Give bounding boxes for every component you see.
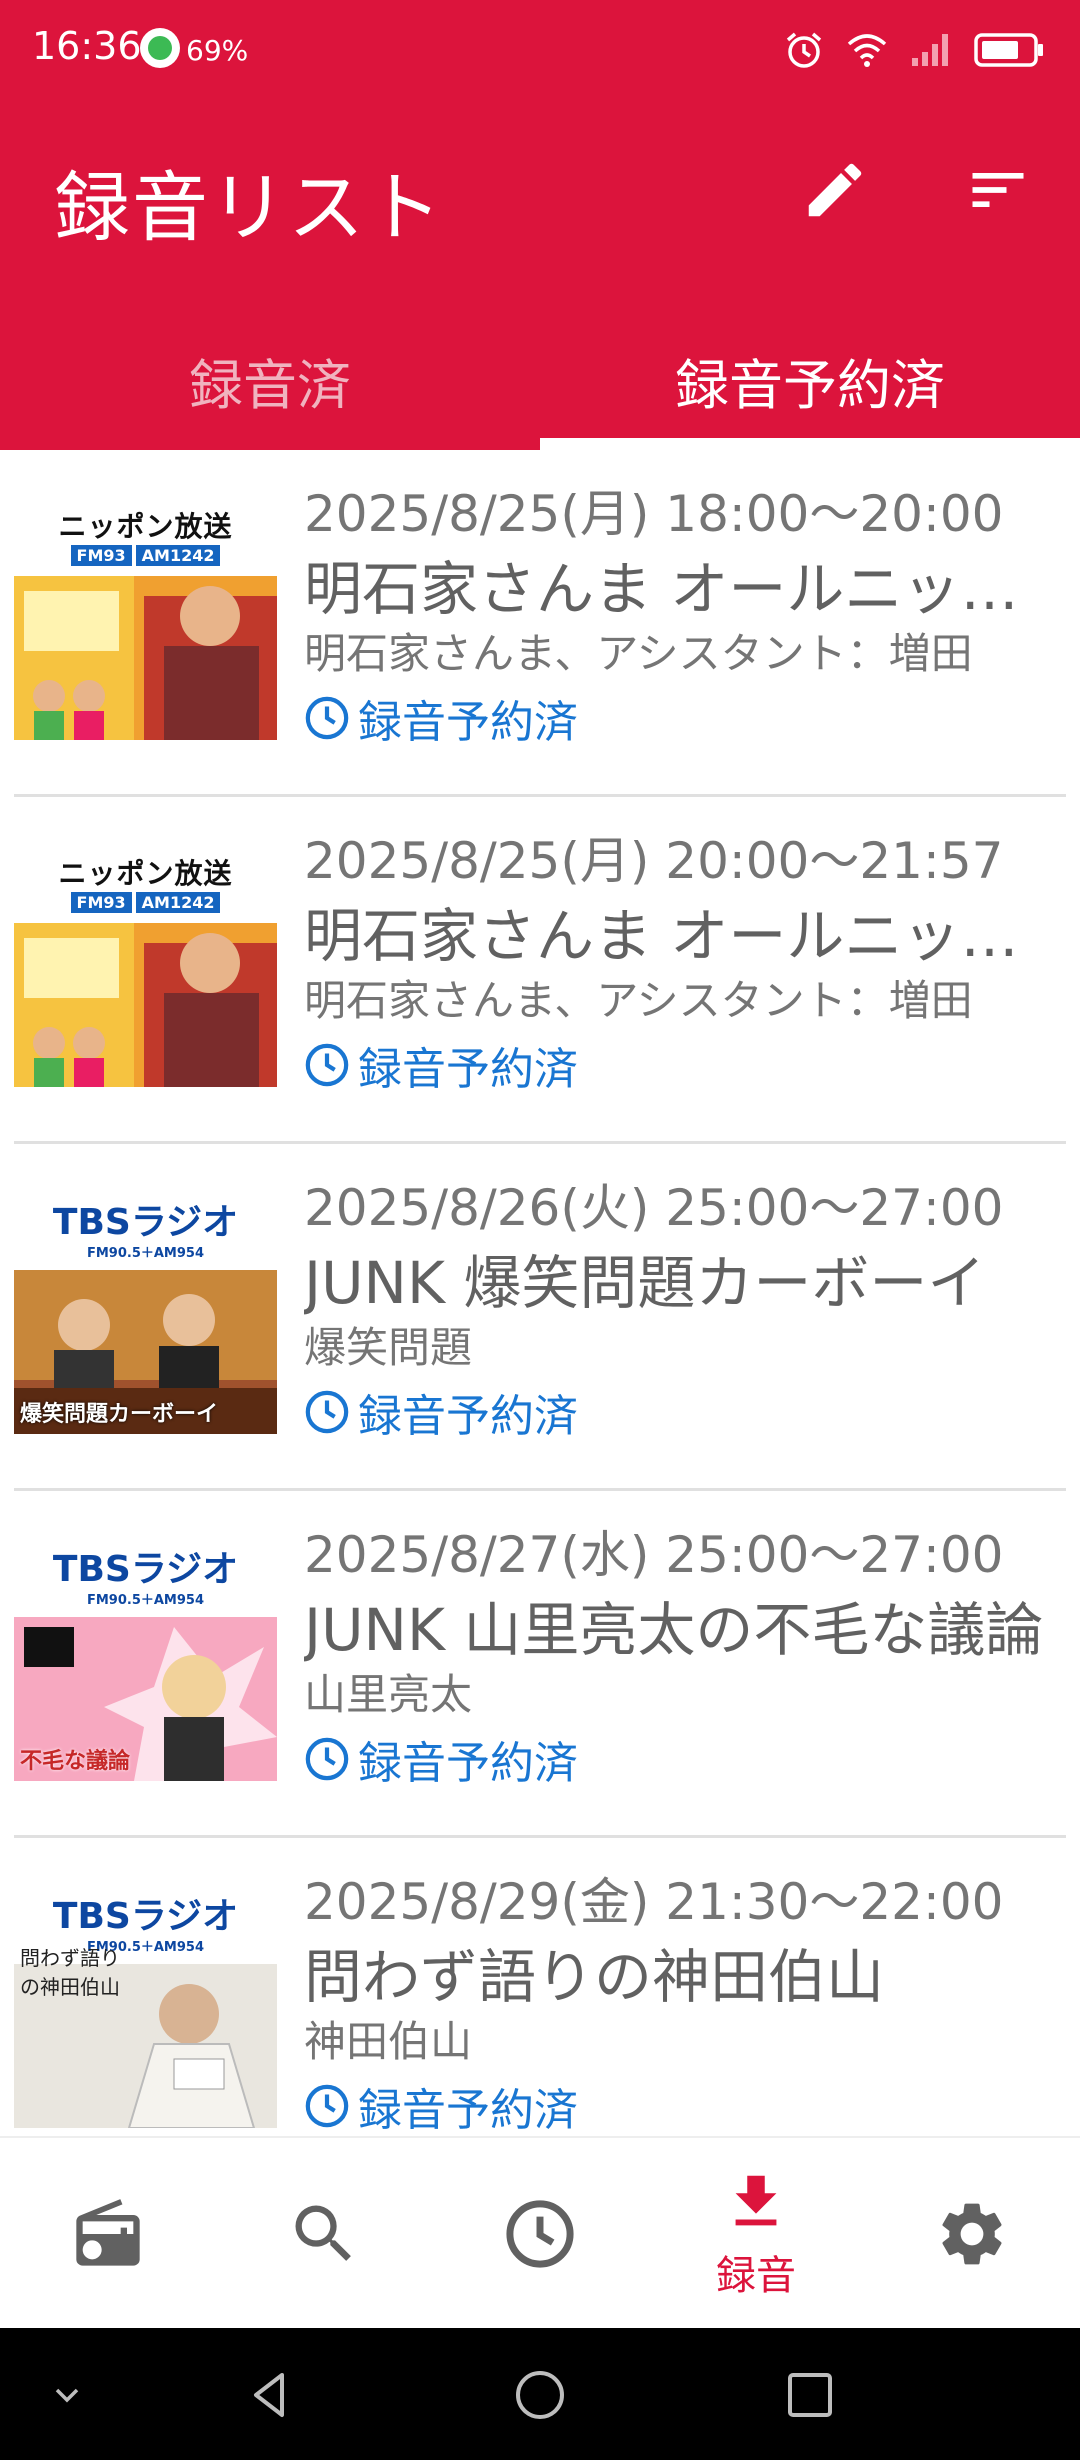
bottom-navigation: 録音	[0, 2136, 1080, 2330]
clock-icon	[305, 1043, 349, 1087]
program-performers: 山里亮太	[304, 1670, 473, 1719]
nav-recording-label: 録音	[716, 2253, 796, 2299]
list-item[interactable]: TBSラジオ FM90.5＋AM954 爆笑問題カーボーイ 2025/8/26(…	[0, 1144, 1080, 1491]
program-performers: 神田伯山	[304, 2017, 473, 2066]
clock-icon	[305, 1390, 349, 1434]
download-icon	[735, 2175, 777, 2226]
clock-icon	[506, 2200, 574, 2268]
signal-icon	[912, 34, 948, 66]
back-icon	[254, 2373, 284, 2417]
list-item[interactable]: ニッポン放送 FM93 AM1242 2025/8/25(月) 18:00〜20:…	[0, 450, 1080, 797]
program-title: 明石家さんま オールニッポン お願い！リクエスト	[304, 902, 1050, 970]
artwork-caption: 不毛な議論	[20, 1749, 131, 1774]
artwork-caption: 爆笑問題カーボーイ	[20, 1402, 219, 1427]
home-button[interactable]	[505, 2360, 575, 2430]
reservation-status: 録音予約済	[304, 1727, 1050, 1791]
program-title: JUNK 爆笑問題カーボーイ	[304, 1249, 986, 1317]
alarm-icon	[786, 32, 822, 68]
recents-icon	[788, 2373, 832, 2417]
tab-indicator	[540, 438, 1080, 450]
sort-icon	[972, 173, 1024, 207]
edit-icon	[808, 163, 862, 217]
page-title: 録音リスト	[54, 163, 444, 252]
program-thumbnail: TBSラジオ FM90.5＋AM954 問わず語りの神田伯山	[14, 1892, 277, 2128]
home-icon	[516, 2371, 564, 2419]
clock-icon	[305, 1737, 349, 1781]
program-title: 明石家さんま オールニッポン お願い！リクエスト	[304, 555, 1050, 623]
wifi-icon	[847, 34, 887, 67]
program-performers: 明石家さんま、アシスタント：増田	[304, 629, 973, 678]
artwork-caption: 問わず語りの神田伯山	[20, 1946, 120, 1999]
station-logo: ニッポン放送 FM93 AM1242	[58, 856, 233, 913]
settings-icon	[942, 2203, 1002, 2265]
reservation-status: 録音予約済	[304, 1380, 1050, 1444]
status-icons	[784, 26, 1044, 74]
tab-scheduled[interactable]: 録音予約済	[540, 310, 1080, 450]
search-icon	[295, 2205, 351, 2261]
back-button[interactable]	[235, 2360, 305, 2430]
edit-button[interactable]	[795, 150, 875, 230]
program-artwork	[14, 923, 277, 1087]
status-time: 16:36	[32, 24, 142, 68]
program-title: JUNK 山里亮太の不毛な議論	[304, 1596, 1044, 1664]
sort-button[interactable]	[958, 150, 1038, 230]
radio-icon	[76, 2199, 140, 2266]
notification-app-icon	[140, 28, 180, 68]
tab-bar: 録音済 録音予約済	[0, 310, 1080, 450]
clock-icon	[305, 696, 349, 740]
program-thumbnail: ニッポン放送 FM93 AM1242	[14, 504, 277, 740]
reservation-status: 録音予約済	[304, 2074, 1050, 2136]
nav-timetable[interactable]	[432, 2138, 648, 2330]
nav-search[interactable]	[216, 2138, 432, 2330]
program-thumbnail: TBSラジオ FM90.5＋AM954 不毛な議論	[14, 1545, 277, 1781]
clock-icon	[305, 2084, 349, 2128]
program-performers: 爆笑問題	[304, 1323, 473, 1372]
nav-radio[interactable]	[0, 2138, 216, 2330]
tab-recorded[interactable]: 録音済	[0, 310, 540, 450]
status-bar: 16:36 69%	[0, 0, 1080, 100]
station-logo: TBSラジオ FM90.5＋AM954	[52, 1548, 239, 1608]
battery-icon	[974, 33, 1043, 67]
program-artwork	[14, 576, 277, 740]
station-logo: ニッポン放送 FM93 AM1242	[58, 509, 233, 566]
collapse-icon	[55, 2388, 79, 2403]
station-logo: TBSラジオ FM90.5＋AM954	[52, 1201, 239, 1261]
program-thumbnail: TBSラジオ FM90.5＋AM954 爆笑問題カーボーイ	[14, 1198, 277, 1434]
reservation-status: 録音予約済	[304, 1033, 1050, 1097]
reservation-status: 録音予約済	[304, 686, 1050, 750]
nav-settings[interactable]	[864, 2138, 1080, 2330]
program-title: 問わず語りの神田伯山	[304, 1943, 885, 2011]
nav-recording[interactable]: 録音	[648, 2138, 864, 2330]
broadcast-datetime: 2025/8/26(火) 25:00〜27:00	[304, 1179, 1004, 1237]
list-item[interactable]: TBSラジオ FM90.5＋AM954 問わず語りの神田伯山 2025/8/29…	[0, 1838, 1080, 2136]
collapse-button[interactable]	[32, 2360, 102, 2430]
broadcast-datetime: 2025/8/25(月) 18:00〜20:00	[304, 485, 1004, 543]
status-battery-percent: 69%	[186, 34, 249, 67]
recording-list: ニッポン放送 FM93 AM1242 2025/8/25(月) 18:00〜20:…	[0, 450, 1080, 2136]
recents-button[interactable]	[775, 2360, 845, 2430]
broadcast-datetime: 2025/8/29(金) 21:30〜22:00	[304, 1873, 1004, 1931]
list-item[interactable]: TBSラジオ FM90.5＋AM954 不毛な議論 2025/8/27(水) 2…	[0, 1491, 1080, 1838]
list-item[interactable]: ニッポン放送 FM93 AM1242 2025/8/25(月) 20:00〜21:…	[0, 797, 1080, 1144]
program-performers: 明石家さんま、アシスタント：増田	[304, 976, 973, 1025]
app-header: 16:36 69% 録音リスト 録音済 録音予約済	[0, 0, 1080, 450]
broadcast-datetime: 2025/8/25(月) 20:00〜21:57	[304, 832, 1004, 890]
broadcast-datetime: 2025/8/27(水) 25:00〜27:00	[304, 1526, 1004, 1584]
system-navigation-bar	[0, 2328, 1080, 2460]
program-thumbnail: ニッポン放送 FM93 AM1242	[14, 851, 277, 1087]
